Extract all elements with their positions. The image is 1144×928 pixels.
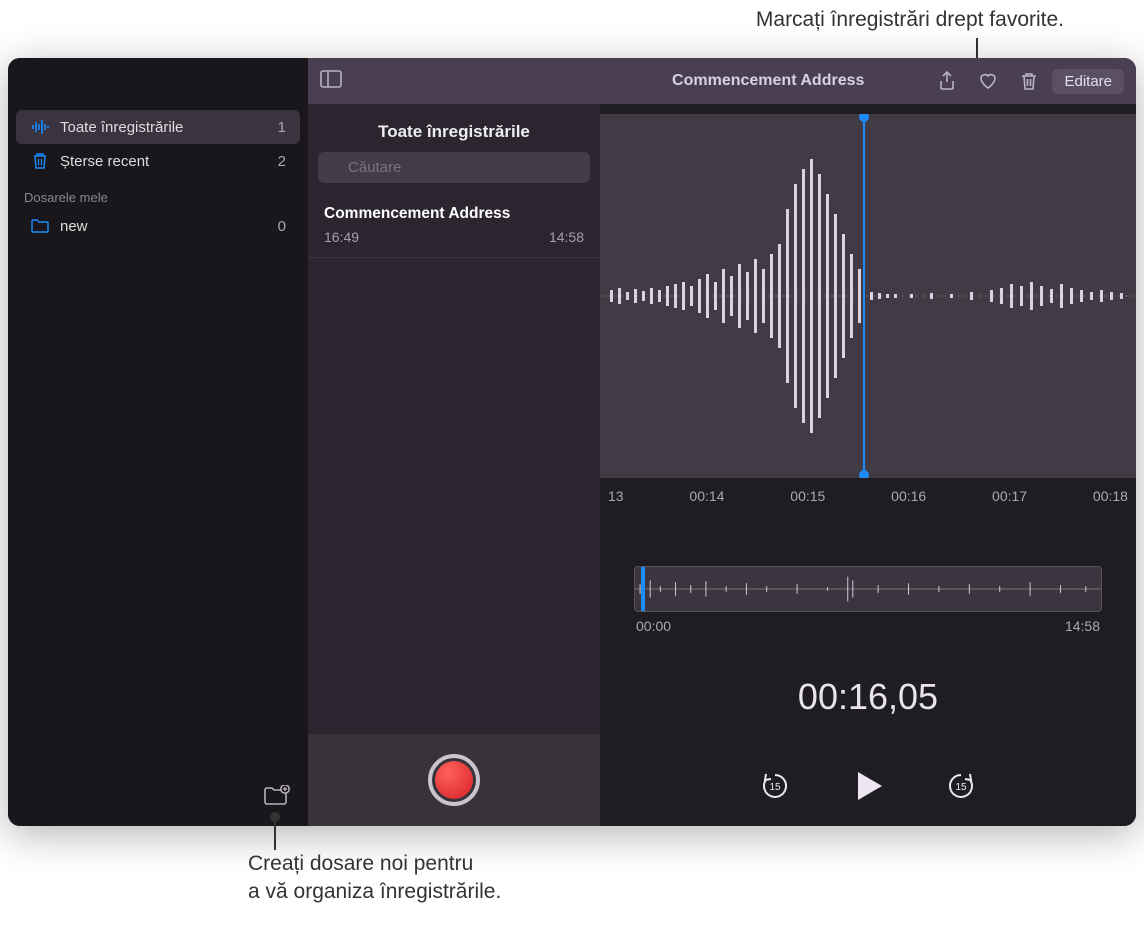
waveform-view[interactable] xyxy=(600,114,1136,478)
sidebar-section-header: Dosarele mele xyxy=(8,178,308,209)
time-tick: 00:18 xyxy=(1093,488,1128,504)
sidebar-item-count: 1 xyxy=(278,119,286,136)
playhead[interactable] xyxy=(863,114,865,478)
overview-labels: 00:00 14:58 xyxy=(600,612,1136,634)
time-tick: 13 xyxy=(608,488,624,504)
time-tick: 00:15 xyxy=(790,488,825,504)
skip-forward-button[interactable]: 15 xyxy=(946,771,976,806)
overview-end: 14:58 xyxy=(1065,618,1100,634)
favorite-button[interactable] xyxy=(970,67,1006,95)
recording-title-header: Commencement Address xyxy=(612,72,924,90)
sidebar-footer xyxy=(8,771,308,826)
new-folder-button[interactable] xyxy=(264,785,290,812)
overview-start: 00:00 xyxy=(636,618,671,634)
app-window: Toate înregistrările 1 Șterse recent 2 D… xyxy=(8,58,1136,826)
recordings-list-panel: Toate înregistrările Commencement Addres… xyxy=(308,58,600,826)
recording-time: 16:49 xyxy=(324,229,359,245)
toggle-sidebar-button[interactable] xyxy=(320,70,342,93)
detail-panel: Commencement Address Editare xyxy=(600,58,1136,826)
edit-button[interactable]: Editare xyxy=(1052,69,1124,94)
sidebar-item-count: 0 xyxy=(278,218,286,235)
record-icon xyxy=(435,761,473,799)
list-title: Toate înregistrările xyxy=(308,104,600,152)
timeline-labels: 13 00:14 00:15 00:16 00:17 00:18 xyxy=(600,478,1136,504)
playback-controls: 15 15 xyxy=(600,766,1136,811)
record-footer xyxy=(308,734,600,826)
trash-icon xyxy=(30,151,50,171)
detail-toolbar: Commencement Address Editare xyxy=(600,58,1136,104)
callout-line xyxy=(274,820,276,850)
time-tick: 00:17 xyxy=(992,488,1027,504)
share-button[interactable] xyxy=(930,67,964,95)
recording-title: Commencement Address xyxy=(324,205,584,223)
sidebar-item-label: Toate înregistrările xyxy=(60,119,183,136)
sidebar-item-recently-deleted[interactable]: Șterse recent 2 xyxy=(16,144,300,178)
time-tick: 00:14 xyxy=(689,488,724,504)
list-toolbar xyxy=(308,58,600,104)
recording-duration: 14:58 xyxy=(549,229,584,245)
svg-text:15: 15 xyxy=(769,782,781,793)
sidebar-item-label: Șterse recent xyxy=(60,153,149,170)
delete-button[interactable] xyxy=(1012,67,1046,95)
callout-favorite: Marcați înregistrări drept favorite. xyxy=(756,8,1064,32)
waveform-graphic xyxy=(600,114,1136,478)
sidebar-item-count: 2 xyxy=(278,153,286,170)
overview-waveform xyxy=(635,567,1101,611)
time-tick: 00:16 xyxy=(891,488,926,504)
current-time-display: 00:16,05 xyxy=(600,676,1136,718)
search-input[interactable] xyxy=(318,152,590,183)
svg-text:15: 15 xyxy=(955,782,967,793)
overview-playhead[interactable] xyxy=(641,566,645,612)
record-button[interactable] xyxy=(428,754,480,806)
waveform-icon xyxy=(30,117,50,137)
recording-list-item[interactable]: Commencement Address 16:49 14:58 xyxy=(308,193,600,258)
overview-scrubber[interactable] xyxy=(634,566,1102,612)
play-button[interactable] xyxy=(848,766,888,811)
sidebar-item-folder[interactable]: new 0 xyxy=(16,209,300,243)
sidebar-item-all-recordings[interactable]: Toate înregistrările 1 xyxy=(16,110,300,144)
sidebar-item-label: new xyxy=(60,218,88,235)
folder-icon xyxy=(30,216,50,236)
skip-back-button[interactable]: 15 xyxy=(760,771,790,806)
callout-new-folder: Creați dosare noi pentru a vă organiza î… xyxy=(248,850,501,907)
sidebar: Toate înregistrările 1 Șterse recent 2 D… xyxy=(8,58,308,826)
